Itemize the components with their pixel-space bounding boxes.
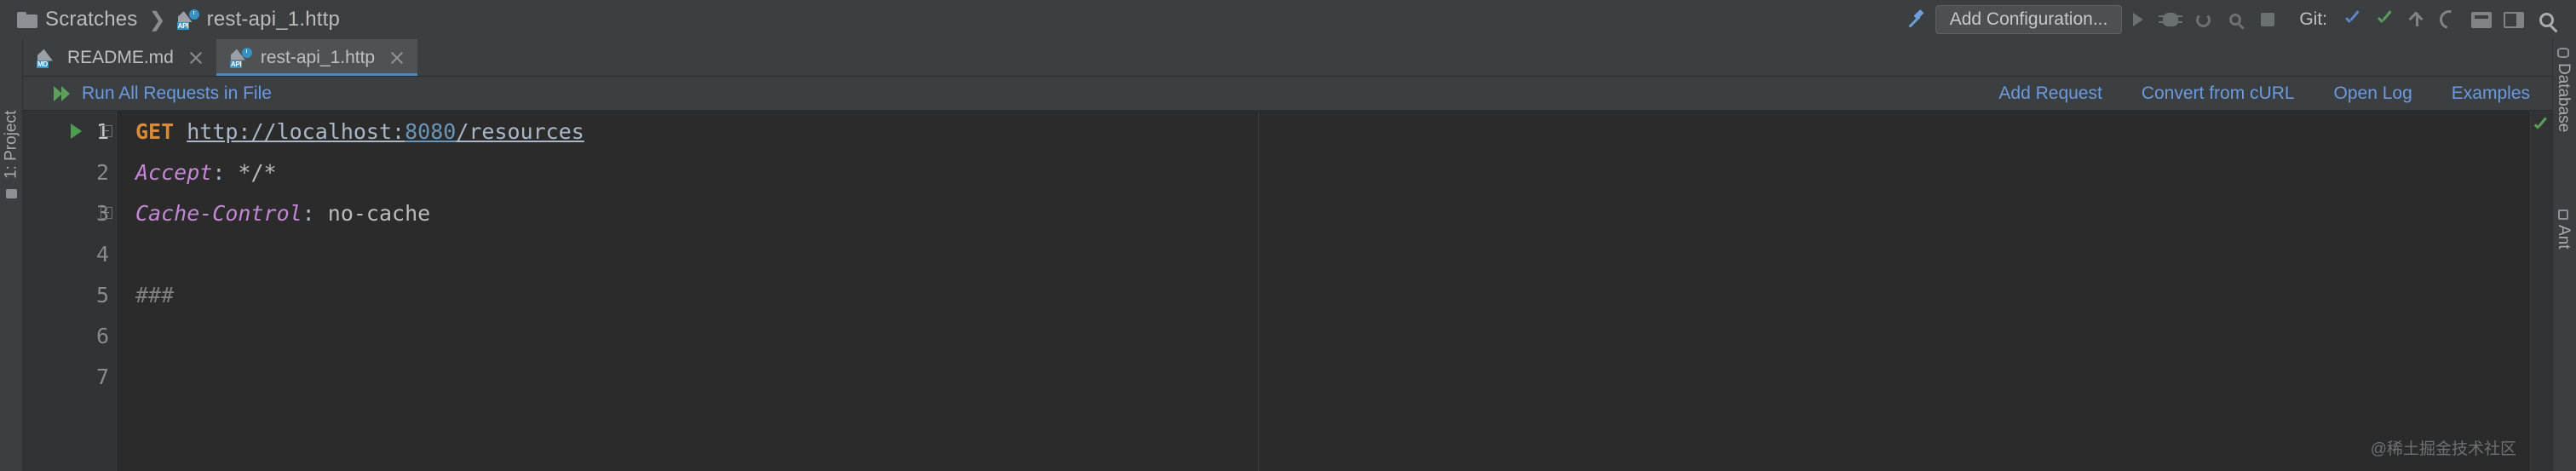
run-request-icon[interactable] [71,123,82,139]
editor-error-stripe[interactable] [2530,111,2552,471]
code-line[interactable]: ### [135,274,2552,315]
line-number: 5 [95,282,109,307]
http-toolbar-links: Add Request Convert from cURL Open Log E… [1998,83,2552,104]
code-token: /resources [456,118,584,144]
undo-icon[interactable] [2433,5,2465,34]
code-token: 8080 [405,118,457,144]
code-token: no-cache [327,200,431,226]
editor-code-area[interactable]: GET http://localhost: 8080/resources Accep… [117,111,2552,471]
watermark: @稀土掘金技术社区 [2370,440,2516,458]
http-file-icon: API [176,9,199,30]
tray-icon[interactable] [2465,5,2498,34]
run-configuration-selector[interactable]: Add Configuration... [1935,5,2123,34]
git-update-button[interactable] [2336,5,2368,34]
convert-from-curl-link[interactable]: Convert from cURL [2142,83,2295,104]
tab-label: rest-api_1.http [260,47,376,67]
tab-rest-api-http[interactable]: API rest-api_1.http [216,39,418,76]
run-all-label: Run All Requests in File [82,83,272,103]
line-number: 4 [95,241,109,267]
git-commit-button[interactable] [2368,5,2401,34]
inspection-ok-icon[interactable] [2533,118,2548,133]
folder-icon [17,11,37,28]
right-tool-window-strip: Database Ant [2552,39,2576,471]
code-token: GET [135,118,175,144]
line-number: 6 [95,323,109,348]
gutter-row[interactable]: 5 [23,274,116,315]
code-editor[interactable]: −1 2 −3 4 5 6 7 GET http://localhost: 8080/reso… [23,111,2552,471]
http-client-toolbar: Run All Requests in File Add Request Con… [23,77,2552,111]
stop-button[interactable] [2251,5,2284,34]
code-line[interactable] [135,315,2552,356]
toolbar-actions: Add Configuration... Git: [1900,5,2576,34]
debug-button[interactable] [2154,5,2187,34]
code-line[interactable] [135,356,2552,397]
line-number: 7 [95,364,109,389]
breadcrumb-item-file[interactable]: API rest-api_1.http [176,8,341,32]
code-token: Cache-Control [135,200,302,226]
gutter-row[interactable]: 2 [23,152,116,192]
project-label: 1: Project [2,110,20,179]
gutter-row[interactable]: 4 [23,233,116,274]
gutter-row[interactable]: −1 [23,111,116,152]
close-icon[interactable] [187,49,204,66]
sidebar-item-project[interactable]: 1: Project [0,51,23,179]
git-label: Git: [2299,9,2327,29]
open-log-link[interactable]: Open Log [2334,83,2412,104]
code-token: http://localhost: [187,118,405,144]
double-play-icon [54,85,72,101]
tab-readme-md[interactable]: MD README.md [23,39,216,76]
rerun-icon[interactable] [2187,5,2219,34]
right-margin-line [1258,111,1259,471]
breadcrumb-label: Scratches [45,8,138,31]
search-icon[interactable] [2530,5,2562,34]
code-line[interactable]: Accept: */* [135,152,2552,192]
magnifier-icon[interactable] [2219,5,2251,34]
gutter-row[interactable]: 7 [23,356,116,397]
sidebar-item-database[interactable]: Database [2552,48,2574,132]
run-button[interactable] [2122,5,2154,34]
editor-gutter[interactable]: −1 2 −3 4 5 6 7 [23,111,117,471]
project-tool-icon [6,189,17,198]
close-icon[interactable] [388,49,405,66]
code-token: : [302,200,328,226]
left-tool-window-strip: 1: Project [0,39,23,471]
code-token: */* [238,159,277,185]
hammer-icon[interactable] [1900,5,1929,34]
code-token: Accept [135,159,213,185]
breadcrumb: Scratches ❯ API rest-api_1.http [0,8,340,32]
main-toolbar: Scratches ❯ API rest-api_1.http Add Conf… [0,0,2576,39]
layout-icon[interactable] [2498,5,2530,34]
add-request-link[interactable]: Add Request [1998,83,2102,104]
sidebar-item-ant[interactable]: Ant [2552,210,2574,250]
run-all-requests-button[interactable]: Run All Requests in File [54,83,272,104]
gutter-row[interactable]: −3 [23,192,116,233]
http-file-icon: API [229,47,252,68]
breadcrumb-label: rest-api_1.http [206,8,341,31]
database-icon [2557,48,2569,58]
code-token: : [212,159,239,185]
examples-link[interactable]: Examples [2452,83,2530,104]
code-token: ### [135,282,175,307]
gutter-row[interactable]: 6 [23,315,116,356]
code-line[interactable] [135,233,2552,274]
database-label: Database [2555,63,2573,133]
ant-label: Ant [2555,225,2573,250]
tab-label: README.md [67,47,174,67]
code-line[interactable]: Cache-Control: no-cache [135,192,2552,233]
code-fold-icon[interactable]: − [101,207,112,219]
arrow-up-icon[interactable] [2401,5,2433,34]
code-fold-icon[interactable]: − [101,125,112,137]
editor-tab-bar: MD README.md API rest-api_1.http [23,39,2552,77]
breadcrumb-separator: ❯ [148,8,166,32]
ant-icon [2558,210,2568,220]
code-line[interactable]: GET http://localhost: 8080/resources [135,111,2552,152]
breadcrumb-item-scratches[interactable]: Scratches [17,8,138,32]
md-file-icon: MD [37,48,59,68]
line-number: 2 [95,159,109,185]
